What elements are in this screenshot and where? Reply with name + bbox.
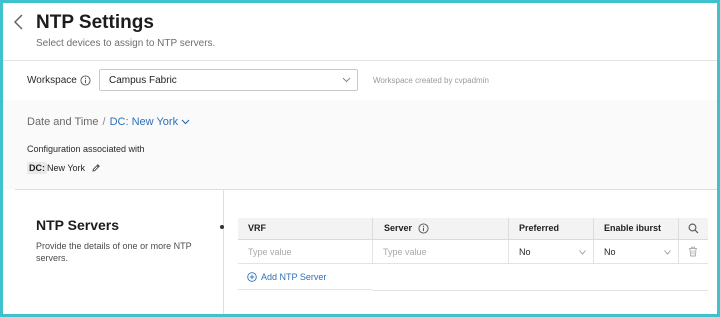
preferred-value: No [519, 247, 531, 257]
chevron-down-icon [579, 250, 586, 255]
workspace-select-value: Campus Fabric [109, 75, 177, 86]
chevron-down-icon [664, 250, 671, 255]
table-row: Type value Type value No No [238, 240, 708, 264]
preferred-select[interactable]: No [509, 240, 593, 264]
workspace-select[interactable]: Campus Fabric [99, 69, 358, 91]
header-separator [508, 218, 509, 240]
dc-chip: DC: New York [27, 162, 101, 174]
page-subtitle: Select devices to assign to NTP servers. [36, 38, 216, 49]
server-input[interactable]: Type value [373, 240, 508, 264]
vrf-input[interactable]: Type value [238, 240, 372, 264]
breadcrumb-dc-label: DC: New York [109, 116, 179, 128]
ntp-servers-table: VRF Server Preferred Enable iburst Type … [238, 218, 708, 291]
configuration-label: Configuration associated with [27, 144, 145, 154]
breadcrumb: Date and Time / DC: New York [27, 116, 190, 128]
plus-circle-icon [247, 272, 257, 282]
chevron-down-icon [181, 119, 190, 125]
app-window: NTP Settings Select devices to assign to… [0, 0, 720, 317]
iburst-value: No [604, 247, 616, 257]
section-marker [220, 225, 224, 229]
workspace-label: Workspace [27, 75, 77, 86]
breadcrumb-separator: / [102, 116, 106, 128]
breadcrumb-dc-dropdown[interactable]: DC: New York [110, 116, 190, 128]
page-header: NTP Settings Select devices to assign to… [3, 3, 717, 60]
header-separator [678, 218, 679, 240]
add-row: Add NTP Server [238, 264, 372, 290]
context-section: Date and Time / DC: New York Configuration… [3, 100, 717, 190]
add-ntp-server-label: Add NTP Server [261, 272, 327, 282]
table-header: VRF Server Preferred Enable iburst [238, 218, 708, 240]
header-separator [593, 218, 594, 240]
breadcrumb-root[interactable]: Date and Time [27, 116, 99, 128]
search-icon[interactable] [688, 223, 699, 234]
dc-tag: DC: [27, 162, 47, 174]
info-icon[interactable] [418, 223, 429, 234]
column-header-preferred: Preferred [519, 223, 560, 233]
iburst-select[interactable]: No [594, 240, 678, 264]
info-icon[interactable] [80, 75, 91, 86]
header-separator [372, 218, 373, 240]
workspace-bar: Workspace Campus Fabric Workspace create… [3, 60, 717, 100]
add-ntp-server-button[interactable]: Add NTP Server [247, 272, 326, 282]
ntp-servers-description: Provide the details of one or more NTP s… [36, 241, 192, 263]
chevron-down-icon [342, 77, 351, 83]
page-title: NTP Settings [36, 12, 154, 33]
column-header-vrf: VRF [248, 223, 266, 233]
dc-value: New York [47, 163, 86, 173]
ntp-servers-title: NTP Servers [36, 217, 120, 233]
server-placeholder: Type value [383, 247, 427, 257]
cell-separator [678, 240, 679, 264]
vrf-placeholder: Type value [248, 247, 292, 257]
trash-icon[interactable] [688, 246, 698, 257]
workspace-meta: Workspace created by cvpadmin [373, 76, 489, 85]
back-chevron-icon[interactable] [12, 12, 26, 32]
column-header-enable-iburst: Enable iburst [604, 223, 662, 233]
table-bottom-line [372, 290, 708, 291]
column-divider [223, 190, 224, 314]
pencil-icon[interactable] [91, 163, 101, 173]
column-header-server: Server [384, 223, 413, 233]
section-divider [15, 189, 717, 190]
